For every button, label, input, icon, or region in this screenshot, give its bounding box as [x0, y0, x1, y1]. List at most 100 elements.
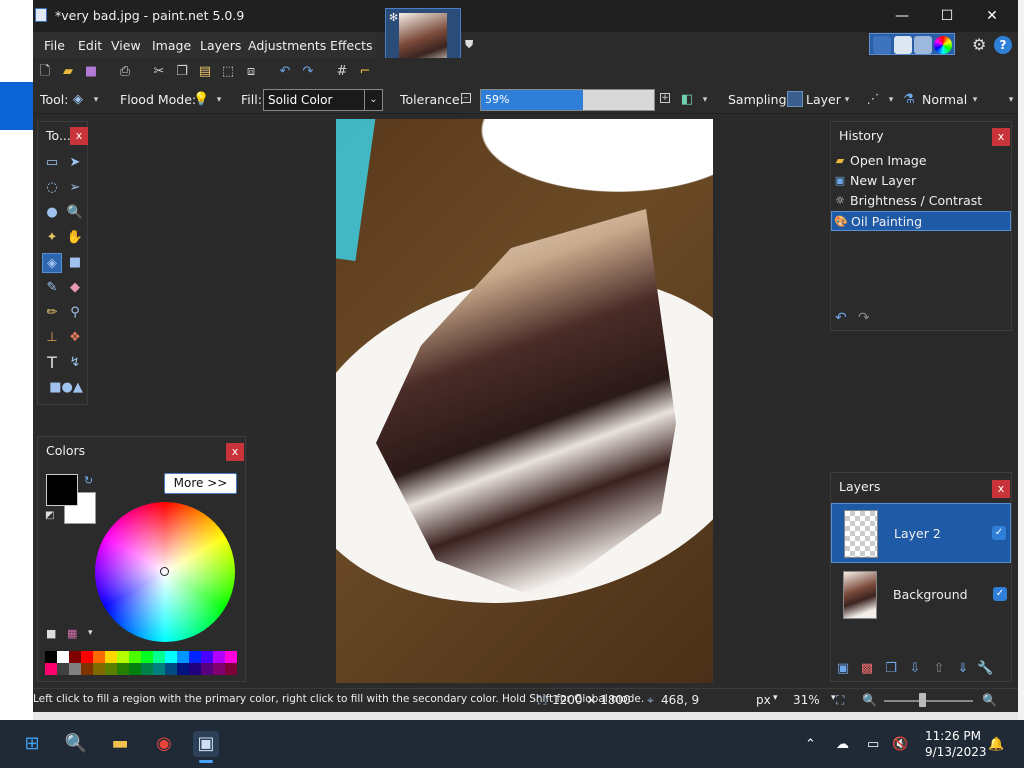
palette-swatch[interactable] — [141, 651, 153, 663]
zoom-slider-track[interactable] — [884, 700, 973, 702]
background-visibility-checkbox[interactable]: ✓ — [993, 587, 1007, 601]
blend-mode-icon[interactable]: ⚗ — [901, 92, 917, 108]
history-panel-close-button[interactable]: x — [992, 128, 1010, 146]
line-curve-tool-icon[interactable]: ↯ — [65, 353, 85, 373]
duplicate-layer-icon[interactable]: ❐ — [883, 661, 899, 677]
swap-colors-icon[interactable]: ↻ — [84, 474, 93, 487]
file-explorer-icon[interactable]: ▬ — [107, 731, 133, 757]
palette-swatch[interactable] — [45, 663, 57, 675]
magic-wand-tool-icon[interactable]: ✦ — [42, 228, 62, 248]
reset-colors-icon[interactable]: ◩ — [45, 510, 54, 521]
palette-swatch[interactable] — [57, 651, 69, 663]
palette-swatch[interactable] — [201, 663, 213, 675]
paintnet-taskbar-icon[interactable]: ▣ — [193, 731, 219, 757]
zoom-slider-thumb[interactable] — [919, 693, 926, 707]
paint-bucket-tool-icon[interactable]: ◈ — [70, 92, 86, 108]
blend-mode-chevron-icon[interactable]: ▾ — [967, 92, 983, 108]
palette-swatch[interactable] — [105, 663, 117, 675]
onedrive-cloud-icon[interactable]: ☁ — [836, 737, 849, 752]
palette-swatch[interactable] — [81, 651, 93, 663]
zoom-out-icon[interactable]: 🔍 — [862, 693, 877, 707]
maximize-button[interactable]: ☐ — [930, 4, 964, 28]
palette-swatch[interactable] — [141, 663, 153, 675]
menu-layers[interactable]: Layers — [200, 38, 241, 53]
network-icon[interactable]: ▭ — [867, 737, 879, 752]
pan-tool-icon[interactable]: ✋ — [65, 228, 85, 248]
copy-icon[interactable]: ❐ — [174, 64, 190, 80]
menu-effects[interactable]: Effects — [330, 38, 373, 53]
ruler-icon[interactable]: ⌐ — [357, 64, 373, 80]
clock-date[interactable]: 9/13/2023 — [925, 745, 987, 759]
palette-swatch[interactable] — [213, 651, 225, 663]
delete-layer-icon[interactable]: ▩ — [859, 661, 875, 677]
palette-swatch[interactable] — [225, 651, 237, 663]
clone-stamp-tool-icon[interactable]: ⊥ — [42, 328, 62, 348]
palette-options-icon[interactable]: ▦ — [67, 627, 77, 640]
palette-swatch[interactable] — [117, 663, 129, 675]
close-button[interactable]: ✕ — [975, 4, 1009, 28]
palette-swatch[interactable] — [177, 651, 189, 663]
clock-time[interactable]: 11:26 PM — [925, 729, 981, 743]
settings-gear-icon[interactable]: ⚙ — [972, 35, 986, 54]
palette-swatch[interactable] — [189, 663, 201, 675]
antialiasing-icon[interactable]: ◧ — [679, 92, 695, 108]
color-picker-tool-icon[interactable]: ⚲ — [65, 303, 85, 323]
palette-swatch[interactable] — [129, 651, 141, 663]
menu-file[interactable]: File — [44, 38, 65, 53]
zoom-to-window-icon[interactable]: ⛶ — [836, 693, 844, 708]
text-tool-icon[interactable]: T — [42, 353, 62, 373]
add-layer-icon[interactable]: ▣ — [835, 661, 851, 677]
palette-swatch[interactable] — [117, 651, 129, 663]
palette-swatch[interactable] — [153, 663, 165, 675]
help-icon[interactable]: ? — [994, 36, 1012, 54]
notification-bell-icon[interactable]: 🔔 — [988, 737, 1004, 752]
colors-window-toggle-icon[interactable] — [934, 36, 952, 54]
selection-mode-icon[interactable]: ⋰ — [865, 92, 881, 108]
layer-row-layer-2[interactable]: Layer 2 ✓ — [831, 503, 1011, 563]
palette-swatch[interactable] — [225, 663, 237, 675]
cut-icon[interactable]: ✂ — [151, 64, 167, 80]
tab-list-dropdown-icon[interactable]: ⛊ — [465, 38, 473, 52]
palette-swatch[interactable] — [45, 651, 57, 663]
paintbrush-tool-icon[interactable]: ✎ — [42, 278, 62, 298]
tolerance-slider[interactable]: 59% — [480, 89, 655, 111]
tools-panel-close-button[interactable]: x — [70, 127, 88, 145]
redo-icon[interactable]: ↷ — [300, 64, 316, 80]
merge-layer-down-icon[interactable]: ⇩ — [907, 661, 923, 677]
gradient-tool-icon[interactable]: ■ — [65, 253, 85, 273]
minimize-button[interactable]: — — [885, 4, 919, 28]
units-select[interactable]: px — [756, 693, 771, 707]
antialiasing-chevron-icon[interactable]: ▾ — [697, 92, 713, 108]
zoom-in-icon[interactable]: 🔍 — [982, 693, 997, 707]
selection-mode-chevron-icon[interactable]: ▾ — [883, 92, 899, 108]
units-chevron-icon[interactable]: ▾ — [773, 693, 778, 703]
tool-dropdown-chevron-icon[interactable]: ▾ — [88, 92, 104, 108]
palette-swatch[interactable] — [57, 663, 69, 675]
history-item-selected[interactable]: 🎨 Oil Painting — [831, 211, 1011, 231]
undo-icon[interactable]: ↶ — [277, 64, 293, 80]
eraser-tool-icon[interactable]: ◆ — [65, 278, 85, 298]
palette-swatch[interactable] — [105, 651, 117, 663]
pencil-tool-icon[interactable]: ✏ — [42, 303, 62, 323]
blend-mode-value[interactable]: Normal — [922, 92, 967, 107]
image-canvas[interactable] — [336, 119, 713, 683]
history-item[interactable]: ▰ Open Image — [831, 151, 1011, 171]
start-button-icon[interactable]: ⊞ — [19, 731, 45, 757]
recolor-tool-icon[interactable]: ❖ — [65, 328, 85, 348]
move-selection-tool-icon[interactable]: ➢ — [65, 178, 85, 198]
palette-swatch[interactable] — [201, 651, 213, 663]
flood-mode-chevron-icon[interactable]: ▾ — [211, 92, 227, 108]
primary-color-swatch[interactable] — [46, 474, 78, 506]
save-icon[interactable]: ■ — [83, 64, 99, 80]
palette-swatch[interactable] — [81, 663, 93, 675]
menu-view[interactable]: View — [111, 38, 141, 53]
palette-swatch[interactable] — [189, 651, 201, 663]
palette-menu-chevron-icon[interactable]: ▾ — [88, 628, 93, 638]
layer-properties-icon[interactable]: 🔧 — [977, 661, 993, 677]
palette-swatch[interactable] — [93, 651, 105, 663]
layer-row-background[interactable]: Background ✓ — [831, 565, 1011, 625]
palette-swatch[interactable] — [69, 651, 81, 663]
move-selected-pixels-tool-icon[interactable]: ➤ — [65, 153, 85, 173]
color-wheel-selector[interactable] — [160, 567, 169, 576]
tools-window-toggle-icon[interactable] — [873, 36, 891, 54]
